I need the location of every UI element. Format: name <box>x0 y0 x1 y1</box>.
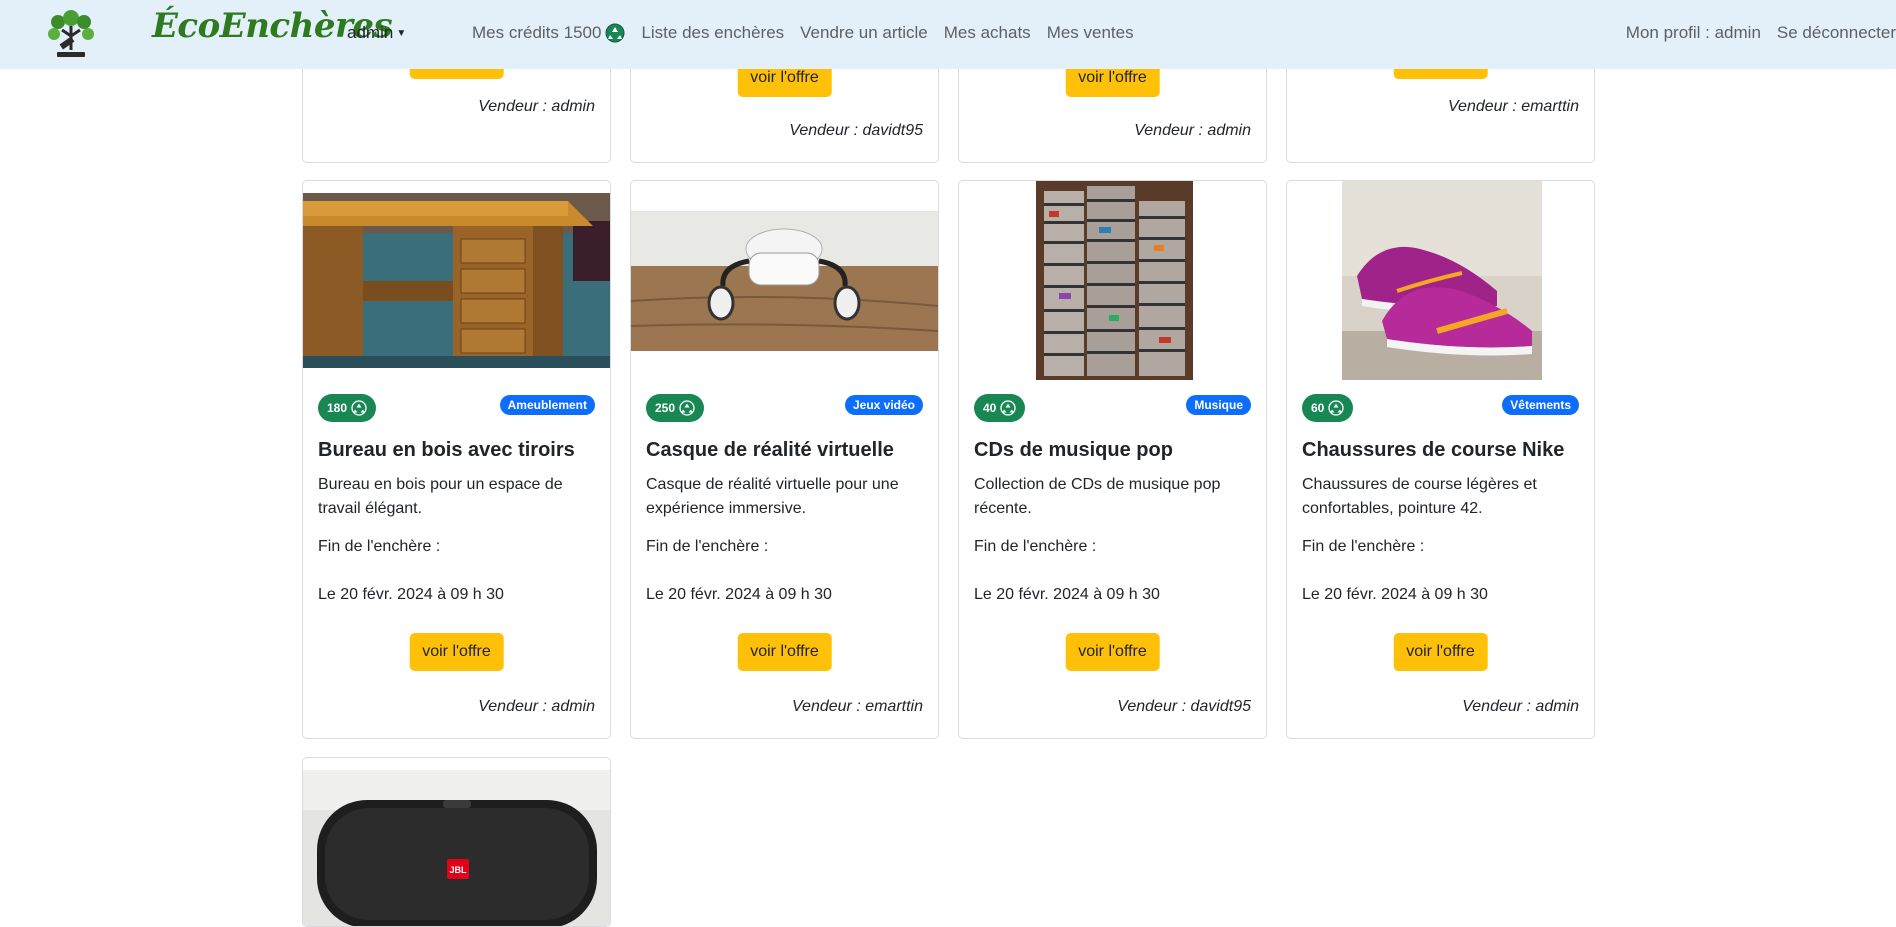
nav-sell-item[interactable]: Vendre un article <box>800 23 928 43</box>
item-image[interactable] <box>1287 181 1594 380</box>
seller-label: Vendeur : emarttin <box>791 698 923 715</box>
price-badge: 40 <box>974 394 1026 422</box>
seller-label: Vendeur : admin <box>478 98 595 115</box>
credits-label: Mes crédits 1500 <box>472 23 602 42</box>
wooden-desk-photo <box>303 193 610 368</box>
end-label: Fin de l'enchère : <box>974 538 1097 555</box>
auction-card: 180 Ameublement Bureau en bois avec tiro… <box>302 180 611 739</box>
end-date: Le 20 févr. 2024 à 09 h 30 <box>974 586 1160 603</box>
item-title: Chaussures de course Nike <box>1302 439 1565 461</box>
nav-my-purchases[interactable]: Mes achats <box>944 23 1031 43</box>
main-nav: Mes crédits 1500 Liste des enchères Vend… <box>472 23 1150 43</box>
end-date: Le 20 févr. 2024 à 09 h 30 <box>318 586 504 603</box>
auction-card: 40 Musique CDs de musique pop Collection… <box>958 180 1267 739</box>
recycle-coin-icon <box>1000 400 1017 416</box>
view-offer-button[interactable]: voir l'offre <box>409 633 504 671</box>
auction-card: 250 Jeux vidéo Casque de réalité virtuel… <box>630 180 939 739</box>
price-badge: 250 <box>646 394 705 422</box>
nav-profile[interactable]: Mon profil : admin <box>1626 23 1761 43</box>
jbl-logo: JBL <box>449 865 467 875</box>
tree-gavel-logo-icon[interactable] <box>44 10 98 60</box>
category-badge: Ameublement <box>499 395 595 415</box>
category-badge: Vêtements <box>1502 395 1579 415</box>
end-label: Fin de l'enchère : <box>318 538 441 555</box>
price-value: 180 <box>327 401 348 415</box>
price-value: 250 <box>655 401 676 415</box>
end-date: Le 20 févr. 2024 à 09 h 30 <box>1302 586 1488 603</box>
cd-stack-photo <box>1036 181 1193 380</box>
recycle-coin-icon <box>351 400 367 416</box>
end-label: Fin de l'enchère : <box>1302 538 1425 555</box>
seller-label: Vendeur : admin <box>1462 698 1579 715</box>
view-offer-button[interactable]: voir l'offre <box>1065 633 1160 671</box>
price-badge: 180 <box>318 394 377 422</box>
item-title: CDs de musique pop <box>974 439 1173 461</box>
nav-right: Mon profil : admin Se déconnecter <box>1610 23 1896 43</box>
seller-label: Vendeur : admin <box>478 698 595 715</box>
caret-down-icon: ▼ <box>396 28 407 39</box>
item-description: Collection de CDs de musique pop récente… <box>974 476 1221 517</box>
recycle-coin-icon <box>605 23 625 43</box>
seller-label: Vendeur : davidt95 <box>1117 698 1251 715</box>
category-badge: Musique <box>1186 395 1251 415</box>
seller-label: Vendeur : emarttin <box>1447 98 1579 115</box>
user-dropdown-label: admin <box>347 23 394 42</box>
view-offer-button[interactable]: voir l'offre <box>1393 633 1488 671</box>
recycle-coin-icon <box>679 400 695 416</box>
item-description: Bureau en bois pour un espace de travail… <box>318 476 563 517</box>
item-title: Casque de réalité virtuelle <box>646 439 894 461</box>
nav-logout[interactable]: Se déconnecter <box>1777 23 1896 43</box>
item-image[interactable] <box>303 181 610 380</box>
view-offer-button[interactable]: voir l'offre <box>737 633 832 671</box>
end-label: Fin de l'enchère : <box>646 538 769 555</box>
item-image[interactable] <box>959 181 1266 380</box>
price-value: 40 <box>983 401 997 415</box>
bluetooth-speaker-photo: JBL <box>303 770 610 926</box>
seller-label: Vendeur : davidt95 <box>789 122 923 139</box>
item-description: Chaussures de course légères et conforta… <box>1302 476 1537 517</box>
recycle-coin-icon <box>1328 400 1345 416</box>
nav-credits[interactable]: Mes crédits 1500 <box>472 23 625 43</box>
auction-card: 60 Vêtements Chaussures de course Nike C… <box>1286 180 1595 739</box>
nav-my-sales[interactable]: Mes ventes <box>1047 23 1134 43</box>
top-navbar: ÉcoEnchères admin ▼ Mes crédits 1500 List… <box>0 0 1896 69</box>
user-dropdown[interactable]: admin ▼ <box>347 23 406 43</box>
nav-auction-list[interactable]: Liste des enchères <box>641 23 784 43</box>
auction-card: JBL <box>302 757 611 927</box>
item-image[interactable]: JBL <box>303 758 610 926</box>
vr-headset-photo <box>631 211 938 351</box>
item-title: Bureau en bois avec tiroirs <box>318 439 575 461</box>
seller-label: Vendeur : admin <box>1134 122 1251 139</box>
item-image[interactable] <box>631 181 938 380</box>
end-date: Le 20 févr. 2024 à 09 h 30 <box>646 586 832 603</box>
category-badge: Jeux vidéo <box>844 395 923 415</box>
running-shoes-photo <box>1342 181 1542 380</box>
price-badge: 60 <box>1302 394 1354 422</box>
price-value: 60 <box>1311 401 1325 415</box>
item-description: Casque de réalité virtuelle pour une exp… <box>646 476 899 517</box>
